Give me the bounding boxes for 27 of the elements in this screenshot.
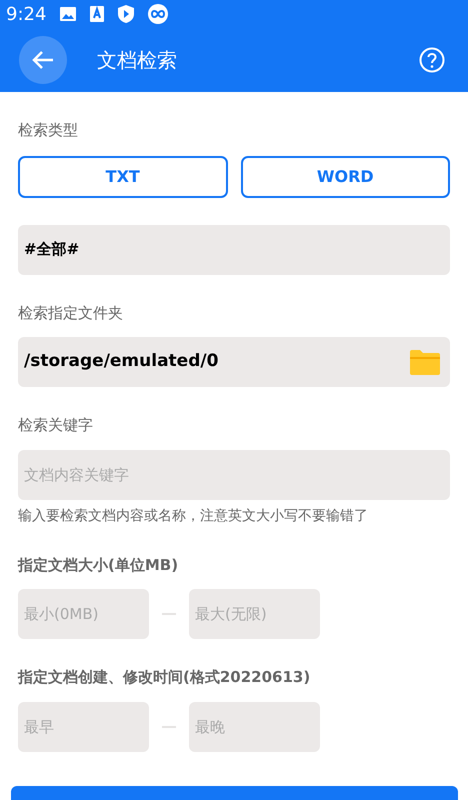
app-title: 文档检索 (97, 47, 178, 74)
infinity-icon (148, 4, 168, 24)
category-field[interactable]: #全部# (18, 224, 450, 274)
help-icon (419, 47, 445, 73)
section-label: 指定文档大小(单位MB) (18, 554, 180, 576)
back-arrow-icon (32, 50, 54, 70)
font-icon (90, 6, 104, 22)
hint-text: 输入要检索文档内容或名称，注意英文大小写不要输错了 (18, 506, 369, 526)
shield-icon (118, 5, 134, 23)
back-button[interactable] (19, 36, 67, 84)
keyword-field[interactable]: 文档内容关键字 (18, 450, 450, 500)
section-label: 指定文档创建、修改时间(格式20220613) (18, 667, 312, 688)
max-size-field[interactable]: 最大(无限) (189, 589, 320, 639)
folder-path: /storage/emulated/0 (24, 350, 220, 374)
status-time: 9:24 (6, 2, 46, 26)
section-label: 检索指定文件夹 (18, 302, 124, 324)
min-size-field[interactable]: 最小(0MB) (18, 589, 149, 639)
folder-field[interactable]: /storage/emulated/0 (18, 337, 450, 387)
section-label: 检索类型 (18, 120, 79, 141)
help-button[interactable] (419, 46, 447, 74)
type-option-button[interactable]: TXT (18, 156, 228, 198)
type-option-button[interactable]: WORD (240, 156, 450, 198)
image-icon (60, 7, 76, 21)
category-value: #全部# (24, 239, 80, 260)
latest-date-field[interactable]: 最晚 (189, 702, 320, 752)
earliest-date-field[interactable]: 最早 (18, 702, 149, 752)
section-label: 检索关键字 (18, 415, 94, 436)
